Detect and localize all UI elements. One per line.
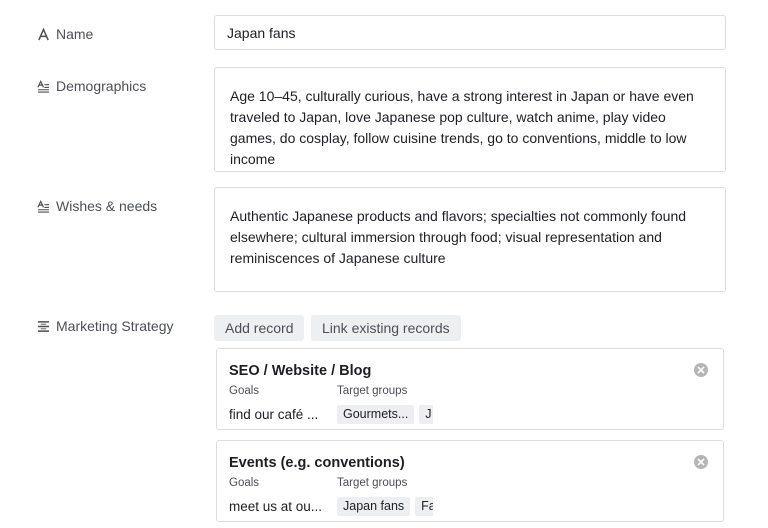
name-label: Name	[56, 26, 94, 42]
target-groups-header: Target groups	[337, 477, 408, 489]
record-title: SEO / Website / Blog	[229, 363, 372, 379]
target-group-chip: Japan fans	[337, 497, 411, 516]
name-input[interactable]: Japan fans	[214, 15, 726, 50]
linked-record-card[interactable]: SEO / Website / Blog Goals Target groups…	[216, 348, 724, 430]
remove-record-icon[interactable]	[694, 455, 708, 469]
linked-records-icon	[36, 319, 50, 333]
demographics-textarea[interactable]: Age 10–45, culturally curious, have a st…	[214, 67, 726, 172]
wishes-label: Wishes & needs	[56, 198, 158, 214]
add-record-button[interactable]: Add record	[214, 315, 305, 341]
target-groups-header: Target groups	[337, 385, 408, 397]
demographics-label-row: Demographics	[36, 78, 146, 94]
target-group-chip: J	[419, 405, 433, 424]
demographics-label: Demographics	[56, 78, 147, 94]
goals-value: find our café ...	[229, 407, 319, 422]
long-text-icon	[36, 199, 50, 213]
long-text-icon	[36, 79, 50, 93]
marketing-label: Marketing Strategy	[56, 318, 174, 334]
target-group-chip: Fa	[415, 497, 433, 516]
record-title: Events (e.g. conventions)	[229, 455, 405, 471]
wishes-label-row: Wishes & needs	[36, 198, 157, 214]
linked-record-card[interactable]: Events (e.g. conventions) Goals Target g…	[216, 440, 724, 522]
target-groups-chips: Japan fans Fa	[337, 497, 433, 517]
remove-record-icon[interactable]	[694, 363, 708, 377]
link-existing-records-button[interactable]: Link existing records	[311, 315, 461, 341]
goals-value: meet us at ou...	[229, 499, 323, 514]
text-field-icon	[36, 27, 50, 41]
name-label-row: Name	[36, 26, 93, 42]
goals-header: Goals	[229, 477, 260, 489]
marketing-label-row: Marketing Strategy	[36, 318, 174, 334]
goals-header: Goals	[229, 385, 260, 397]
wishes-textarea[interactable]: Authentic Japanese products and flavors;…	[214, 187, 726, 292]
target-group-chip: Gourmets...	[337, 405, 415, 424]
target-groups-chips: Gourmets... J	[337, 405, 433, 425]
